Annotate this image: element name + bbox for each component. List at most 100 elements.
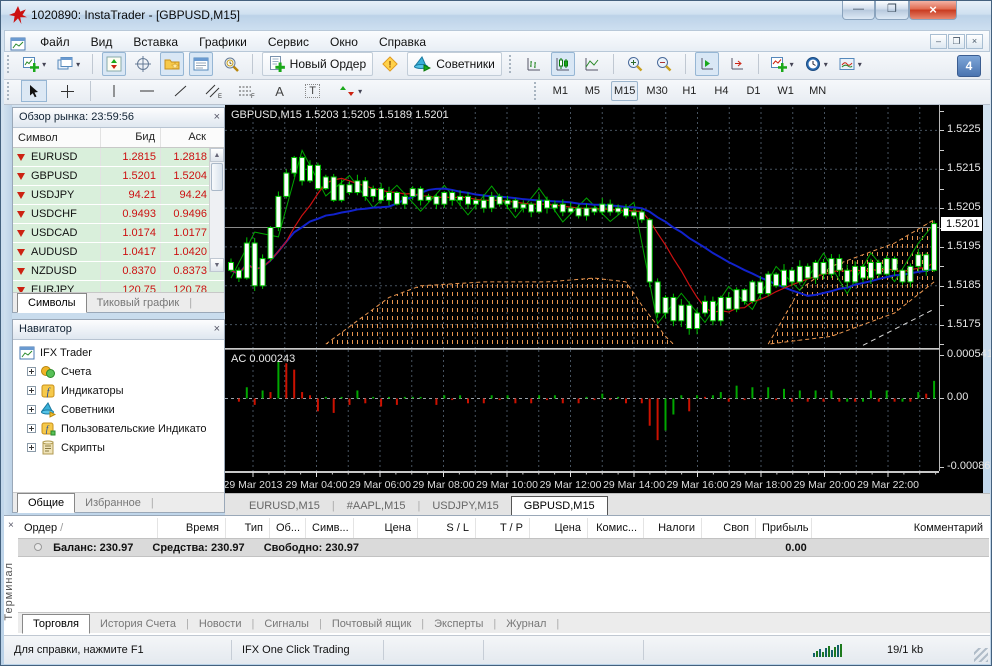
toolbar-grip[interactable] (508, 55, 514, 73)
tab-tick-chart[interactable]: Тиковый график (87, 294, 190, 312)
expand-icon[interactable] (27, 386, 36, 395)
col-commission[interactable]: Комис... (588, 518, 644, 538)
tab-news[interactable]: Новости (189, 615, 252, 633)
col-comment[interactable]: Комментарий (812, 518, 989, 538)
terminal-close-icon[interactable]: × (8, 520, 14, 531)
menu-view[interactable]: Вид (82, 31, 122, 52)
trendline-tool-button[interactable] (167, 80, 193, 102)
market-watch-row[interactable]: NZDUSD 0.8370 0.8373 (13, 262, 224, 281)
new-order-button[interactable]: Новый Ордер (261, 52, 374, 76)
tree-item-scripts[interactable]: Скрипты (13, 438, 224, 457)
tab-favorites[interactable]: Избранное (75, 494, 151, 512)
zoom-in-button[interactable] (623, 52, 647, 76)
market-watch-toggle-button[interactable] (102, 52, 127, 76)
col-swap[interactable]: Своп (702, 518, 756, 538)
equidistant-channel-tool-button[interactable]: E (200, 80, 226, 102)
expand-icon[interactable] (27, 367, 36, 376)
column-symbol[interactable]: Символ (13, 128, 101, 147)
notifications-badge[interactable]: 4 (957, 55, 981, 77)
market-watch-row[interactable]: USDCHF 0.9493 0.9496 (13, 205, 224, 224)
menu-help[interactable]: Справка (370, 31, 435, 52)
expand-icon[interactable] (27, 424, 36, 433)
toolbar-grip[interactable] (533, 82, 539, 100)
auto-scroll-button[interactable] (695, 52, 720, 76)
timeframe-h1-button[interactable]: H1 (676, 81, 703, 101)
navigator-toggle-button[interactable] (160, 52, 185, 76)
toolbar-grip[interactable] (7, 55, 12, 73)
bar-chart-button[interactable] (522, 52, 546, 76)
col-volume[interactable]: Об... (270, 518, 306, 538)
chart-area[interactable]: GBPUSD,M15 1.5203 1.5205 1.5189 1.5201 A… (224, 105, 991, 493)
tab-mailbox[interactable]: Почтовый ящик (322, 615, 421, 633)
navigator-close-icon[interactable]: × (214, 322, 220, 336)
tree-root-ifx-trader[interactable]: IFX Trader (13, 343, 224, 362)
new-chart-button[interactable]: ▾ (20, 52, 49, 76)
tab-signals[interactable]: Сигналы (254, 615, 319, 633)
chart-tab-gbpusd[interactable]: GBPUSD,M15 (510, 496, 608, 516)
market-watch-close-icon[interactable]: × (214, 110, 220, 124)
terminal-toggle-button[interactable] (189, 52, 214, 76)
timeframe-m1-button[interactable]: M1 (547, 81, 574, 101)
timeframe-h4-button[interactable]: H4 (708, 81, 735, 101)
tab-common[interactable]: Общие (17, 493, 76, 513)
tree-item-advisors[interactable]: Советники (13, 400, 224, 419)
current-price-box[interactable]: 1.5201 (941, 216, 982, 231)
zoom-out-button[interactable] (652, 52, 676, 76)
market-watch-scrollbar[interactable]: ▲ ▼ (209, 148, 224, 272)
tree-item-accounts[interactable]: Счета (13, 362, 224, 381)
scroll-up-icon[interactable]: ▲ (210, 148, 224, 162)
timeframe-d1-button[interactable]: D1 (740, 81, 767, 101)
timeframe-m5-button[interactable]: M5 (579, 81, 606, 101)
col-time[interactable]: Время (158, 518, 226, 538)
data-window-button[interactable] (131, 52, 155, 76)
horizontal-line-tool-button[interactable] (134, 80, 160, 102)
market-watch-row[interactable]: EURUSD 1.2815 1.2818 (13, 148, 224, 167)
market-watch-row[interactable]: USDJPY 94.21 94.24 (13, 186, 224, 205)
mdi-minimize-button[interactable]: – (930, 34, 947, 49)
profiles-button[interactable]: ▾ (54, 52, 83, 76)
scroll-down-icon[interactable]: ▼ (210, 258, 224, 272)
timeframe-m30-button[interactable]: M30 (643, 81, 670, 101)
indicators-button[interactable]: ▾ (768, 52, 797, 76)
tab-trade[interactable]: Торговля (22, 614, 90, 634)
ac-indicator-chart[interactable] (225, 350, 939, 471)
timeframe-mn-button[interactable]: MN (804, 81, 831, 101)
col-order[interactable]: Ордер / (18, 518, 158, 538)
tree-item-custom-indicators[interactable]: f Пользовательские Индикато (13, 419, 224, 438)
status-mode-text[interactable]: IFX One Click Trading (232, 640, 384, 660)
expand-icon[interactable] (27, 405, 36, 414)
periods-button[interactable]: ▾ (802, 52, 831, 76)
market-watch-row[interactable]: GBPUSD 1.5201 1.5204 (13, 167, 224, 186)
price-scale[interactable]: 1.5225 1.5215 1.5205 1.5195 1.5185 1.5175 1.52… (939, 105, 991, 472)
market-watch-header[interactable]: Обзор рынка: 23:59:56 × (13, 108, 224, 128)
timeframe-w1-button[interactable]: W1 (772, 81, 799, 101)
chart-tab-eurusd[interactable]: EURUSD,M15 (237, 497, 332, 515)
col-tp[interactable]: T / P (476, 518, 530, 538)
menu-insert[interactable]: Вставка (124, 31, 187, 52)
column-bid[interactable]: Бид (101, 128, 161, 147)
market-watch-row[interactable]: AUDUSD 1.0417 1.0420 (13, 243, 224, 262)
templates-button[interactable]: ▾ (836, 52, 865, 76)
market-watch-column-headers[interactable]: Символ Бид Аск (13, 128, 224, 148)
menu-window[interactable]: Окно (321, 31, 367, 52)
minimize-button[interactable]: — (842, 1, 875, 20)
mdi-restore-button[interactable]: ❐ (948, 34, 965, 49)
arrows-tool-button[interactable]: ▾ (333, 80, 369, 102)
menu-service[interactable]: Сервис (259, 31, 318, 52)
chart-shift-button[interactable] (725, 52, 749, 76)
chart-tab-aapl[interactable]: #AAPL,M15 (335, 497, 418, 515)
tab-experts[interactable]: Эксперты (424, 615, 493, 633)
title-bar[interactable]: 1020890: InstaTrader - [GBPUSD,M15] — ❐ … (1, 1, 991, 30)
navigator-header[interactable]: Навигатор × (13, 320, 224, 340)
line-chart-button[interactable] (580, 52, 604, 76)
vertical-line-tool-button[interactable] (101, 80, 127, 102)
time-axis[interactable]: 29 Mar 2013 29 Mar 04:00 29 Mar 06:00 29 Ma… (224, 471, 939, 493)
menu-file[interactable]: Файл (31, 31, 79, 52)
cursor-tool-button[interactable] (21, 80, 48, 102)
crosshair-tool-button[interactable] (54, 80, 80, 102)
price-chart[interactable] (225, 107, 939, 348)
toolbar-grip[interactable] (7, 82, 12, 100)
expand-icon[interactable] (27, 443, 36, 452)
fibonacci-tool-button[interactable]: F (234, 80, 260, 102)
market-watch-row[interactable]: USDCAD 1.0174 1.0177 (13, 224, 224, 243)
